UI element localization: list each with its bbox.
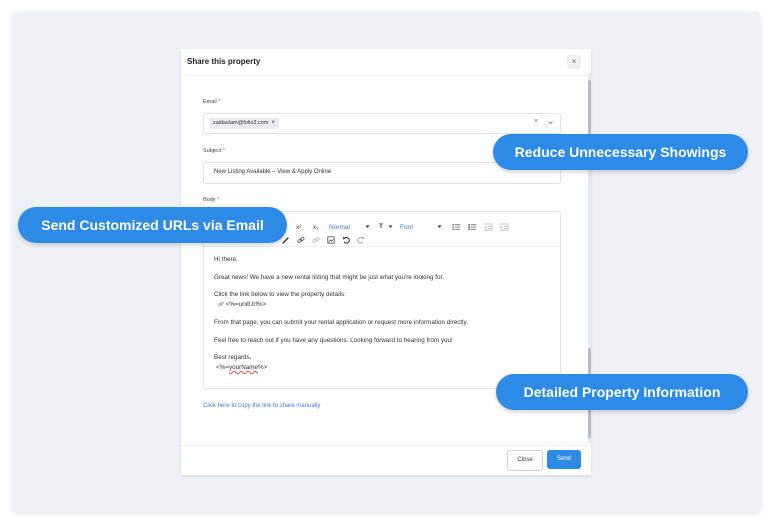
copy-link[interactable]: Click here to copy the link to share man… — [203, 403, 320, 409]
modal-footer: Close Send — [181, 445, 591, 476]
body-click: Click the link below to view the propert… — [214, 291, 346, 298]
close-icon[interactable]: × — [567, 55, 581, 69]
close-button[interactable]: Close — [507, 450, 543, 471]
modal-title: Share this property — [187, 57, 261, 66]
body-regards: Best regards, — [214, 354, 252, 361]
numbered-list-icon[interactable] — [468, 223, 477, 231]
chevron-down-icon[interactable] — [388, 224, 393, 229]
subscript-icon[interactable]: x₂ — [313, 224, 319, 231]
body-greeting: Hi there, — [214, 256, 238, 263]
body-label: Body * — [203, 197, 220, 203]
font-size-icon[interactable]: T — [379, 223, 383, 230]
callout-reduce-showings: Reduce Unnecessary Showings — [493, 134, 748, 170]
callout-send-urls: Send Customized URLs via Email — [18, 207, 287, 243]
pen-icon[interactable] — [282, 236, 290, 244]
unlink-icon[interactable] — [312, 236, 320, 244]
toolbar-divider — [204, 246, 560, 247]
bullet-list-icon[interactable] — [452, 223, 461, 231]
link-icon[interactable] — [297, 236, 305, 244]
body-apply: From that page, you can submit your rent… — [214, 319, 468, 326]
chevron-down-icon[interactable] — [365, 224, 370, 229]
email-field[interactable]: zaidaslam@folio3.com × × — [203, 113, 561, 134]
email-chip: zaidaslam@folio3.com × — [209, 118, 279, 129]
subject-label: Subject * — [203, 148, 226, 154]
superscript-icon[interactable]: x² — [296, 224, 301, 231]
unit-url-line: <%=unitUrl%> — [218, 301, 266, 308]
modal-header: Share this property × — [181, 49, 591, 76]
body-intro: Great news! We have a new rental listing… — [214, 274, 444, 281]
indent-icon[interactable] — [500, 223, 509, 231]
clear-icon[interactable]: × — [534, 118, 538, 125]
link-icon — [218, 302, 224, 307]
body-questions: Feel free to reach out if you have any q… — [214, 337, 453, 344]
image-icon[interactable] — [327, 236, 335, 244]
your-name-line: <%=yourName%> — [216, 364, 268, 371]
redo-icon[interactable] — [357, 236, 365, 244]
outdent-icon[interactable] — [484, 223, 493, 231]
chevron-down-icon[interactable] — [437, 224, 442, 229]
font-select[interactable]: Font — [400, 224, 413, 231]
subject-value: New Listing Available – View & Apply Onl… — [214, 169, 332, 175]
chip-remove-icon[interactable]: × — [271, 120, 275, 126]
share-property-modal: Share this property × Email * zaidaslam@… — [181, 49, 591, 475]
callout-detailed-info: Detailed Property Information — [496, 374, 748, 410]
heading-select[interactable]: Normal — [329, 224, 350, 231]
email-label: Email * — [203, 99, 221, 105]
chevron-down-icon[interactable] — [548, 120, 553, 125]
unit-url: <%=unitUrl%> — [225, 301, 267, 308]
send-button[interactable]: Send — [547, 450, 581, 469]
undo-icon[interactable] — [342, 236, 350, 244]
